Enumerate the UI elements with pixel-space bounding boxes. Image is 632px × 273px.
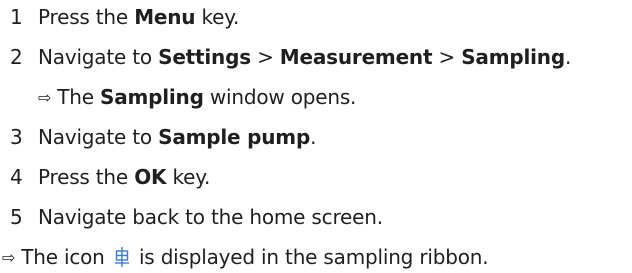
step-text-pre: Press the [38,165,135,189]
step-text: Navigate back to the home screen. [38,205,383,229]
step-number: 3 [10,125,23,149]
step-text-post: key. [195,5,240,29]
step-text-pre: Press the [38,5,135,29]
result-arrow-icon: ⇨ [38,88,52,107]
step-text-pre: Navigate to [38,125,159,149]
step-text: Navigate to Settings > Measurement > Sam… [38,44,571,70]
key-name-menu: Menu [134,5,196,29]
menu-path-measurement: Measurement [279,45,433,69]
step-number: 4 [10,165,23,189]
step-text: Navigate to Sample pump. [38,124,316,150]
step-number: 1 [10,5,23,29]
path-separator: > [250,45,280,69]
step-text-post: . [310,125,317,149]
result-arrow-icon: ⇨ [2,248,16,267]
final-text-post: is displayed in the sampling ribbon. [132,245,489,269]
path-separator: > [432,45,462,69]
window-name-sampling: Sampling [99,85,204,109]
final-text-pre: The icon [21,245,111,269]
result-text-post: window opens. [203,85,357,109]
step-text-pre: Navigate to [38,45,159,69]
menu-item-sample-pump: Sample pump [158,125,311,149]
step-text: Press the OK key. [38,164,210,190]
step-number: 5 [10,205,23,229]
result-text-pre: The [57,85,100,109]
step-text: Press the Menu key. [38,4,239,30]
step-text-post: key. [166,165,211,189]
menu-path-settings: Settings [158,45,251,69]
final-result-text: ⇨ The icon is displayed in the sampling r… [2,244,489,272]
step-text-post: . [564,45,572,69]
result-text: ⇨ The Sampling window opens. [38,84,356,112]
instruction-document: 1 Press the Menu key. 2 Navigate to Sett… [0,0,632,273]
key-name-ok: OK [134,165,167,189]
sample-pump-icon [114,247,129,267]
menu-path-sampling: Sampling [461,45,565,69]
step-number: 2 [10,45,23,69]
